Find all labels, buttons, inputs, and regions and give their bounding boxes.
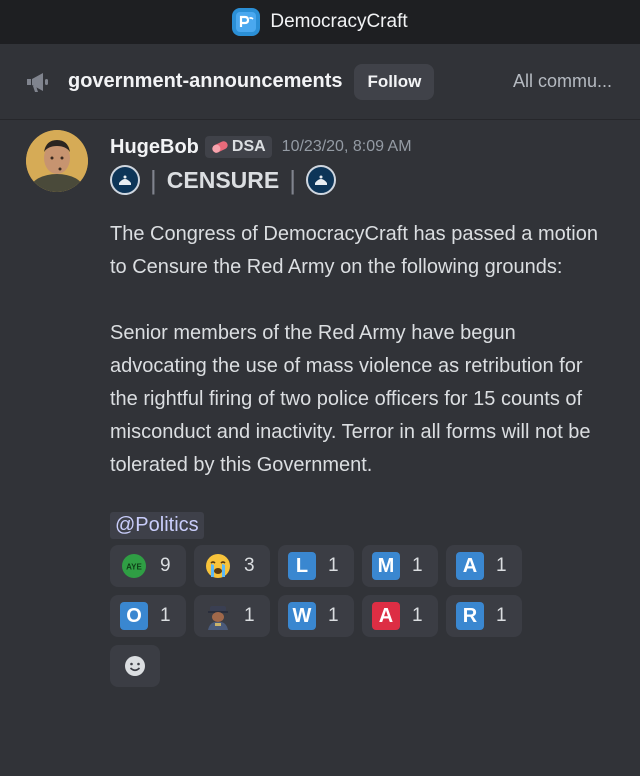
reaction-letter-w[interactable]: W 1 xyxy=(278,595,354,637)
reaction-count: 1 xyxy=(412,555,423,576)
message-header: HugeBob DSA 10/23/20, 8:09 AM xyxy=(110,132,640,162)
smiley-add-reaction-icon xyxy=(125,656,145,676)
server-tag[interactable]: DSA xyxy=(204,136,272,158)
crying-face-icon xyxy=(206,554,230,578)
letter-m-icon: M xyxy=(372,552,400,580)
heading-separator: | xyxy=(150,164,157,195)
all-communities-link[interactable]: All commu... xyxy=(513,71,612,92)
message-paragraph: Senior members of the Red Army have begu… xyxy=(110,322,591,476)
reaction-letter-a-red[interactable]: A 1 xyxy=(362,595,438,637)
reaction-count: 1 xyxy=(496,605,507,626)
letter-l-icon: L xyxy=(288,552,316,580)
heading-separator: | xyxy=(289,164,296,195)
server-logo-icon xyxy=(232,8,261,36)
svg-text:AYE: AYE xyxy=(126,563,142,572)
reaction-count: 9 xyxy=(160,555,171,576)
aye-icon: AYE xyxy=(122,554,146,578)
message-heading: CENSURE xyxy=(166,166,280,193)
reaction-count: 1 xyxy=(328,605,339,626)
pill-icon xyxy=(212,141,228,153)
reaction-count: 3 xyxy=(244,555,255,576)
reaction-soldier[interactable]: 1 xyxy=(194,595,270,637)
letter-r-icon: R xyxy=(456,602,484,630)
government-seal-icon xyxy=(110,165,140,195)
reaction-count: 1 xyxy=(496,555,507,576)
reaction-count: 1 xyxy=(160,605,171,626)
channel-name: government-announcements xyxy=(68,70,343,92)
message-timestamp[interactable]: 10/23/20, 8:09 AM xyxy=(282,138,412,156)
letter-a-red-icon: A xyxy=(372,602,400,630)
message-body: The Congress of DemocracyCraft has passe… xyxy=(110,218,610,482)
reaction-letter-a[interactable]: A 1 xyxy=(446,545,522,587)
channel-header: government-announcements Follow All comm… xyxy=(0,44,640,120)
window-titlebar: DemocracyCraft xyxy=(0,0,640,44)
message-paragraph: The Congress of DemocracyCraft has passe… xyxy=(110,223,598,278)
reaction-count: 1 xyxy=(328,555,339,576)
announcement-megaphone-icon xyxy=(27,72,48,92)
letter-a-icon: A xyxy=(456,552,484,580)
reaction-letter-l[interactable]: L 1 xyxy=(278,545,354,587)
server-tag-label: DSA xyxy=(231,138,266,155)
reaction-aye[interactable]: AYE 9 xyxy=(110,545,186,587)
soldier-icon xyxy=(208,606,228,630)
add-reaction-button[interactable] xyxy=(110,645,160,687)
message: HugeBob DSA 10/23/20, 8:09 AM | CENSURE … xyxy=(0,120,640,687)
author-username[interactable]: HugeBob xyxy=(110,136,199,159)
reaction-letter-r[interactable]: R 1 xyxy=(446,595,522,637)
reaction-letter-o[interactable]: O 1 xyxy=(110,595,186,637)
letter-o-icon: O xyxy=(120,602,148,630)
letter-w-icon: W xyxy=(288,602,316,630)
reaction-count: 1 xyxy=(412,605,423,626)
reaction-count: 1 xyxy=(244,605,255,626)
reactions-bar: AYE 9 3 L 1 M 1 A 1 O 1 1 W 1 A 1 R 1 xyxy=(110,545,530,687)
server-name: DemocracyCraft xyxy=(270,11,408,32)
reaction-letter-m[interactable]: M 1 xyxy=(362,545,438,587)
reaction-crying-face[interactable]: 3 xyxy=(194,545,270,587)
government-seal-icon xyxy=(306,165,336,195)
role-mention[interactable]: @Politics xyxy=(110,512,204,539)
follow-button[interactable]: Follow xyxy=(354,63,435,100)
avatar[interactable] xyxy=(26,130,88,192)
message-heading-line: | CENSURE | xyxy=(110,162,640,198)
